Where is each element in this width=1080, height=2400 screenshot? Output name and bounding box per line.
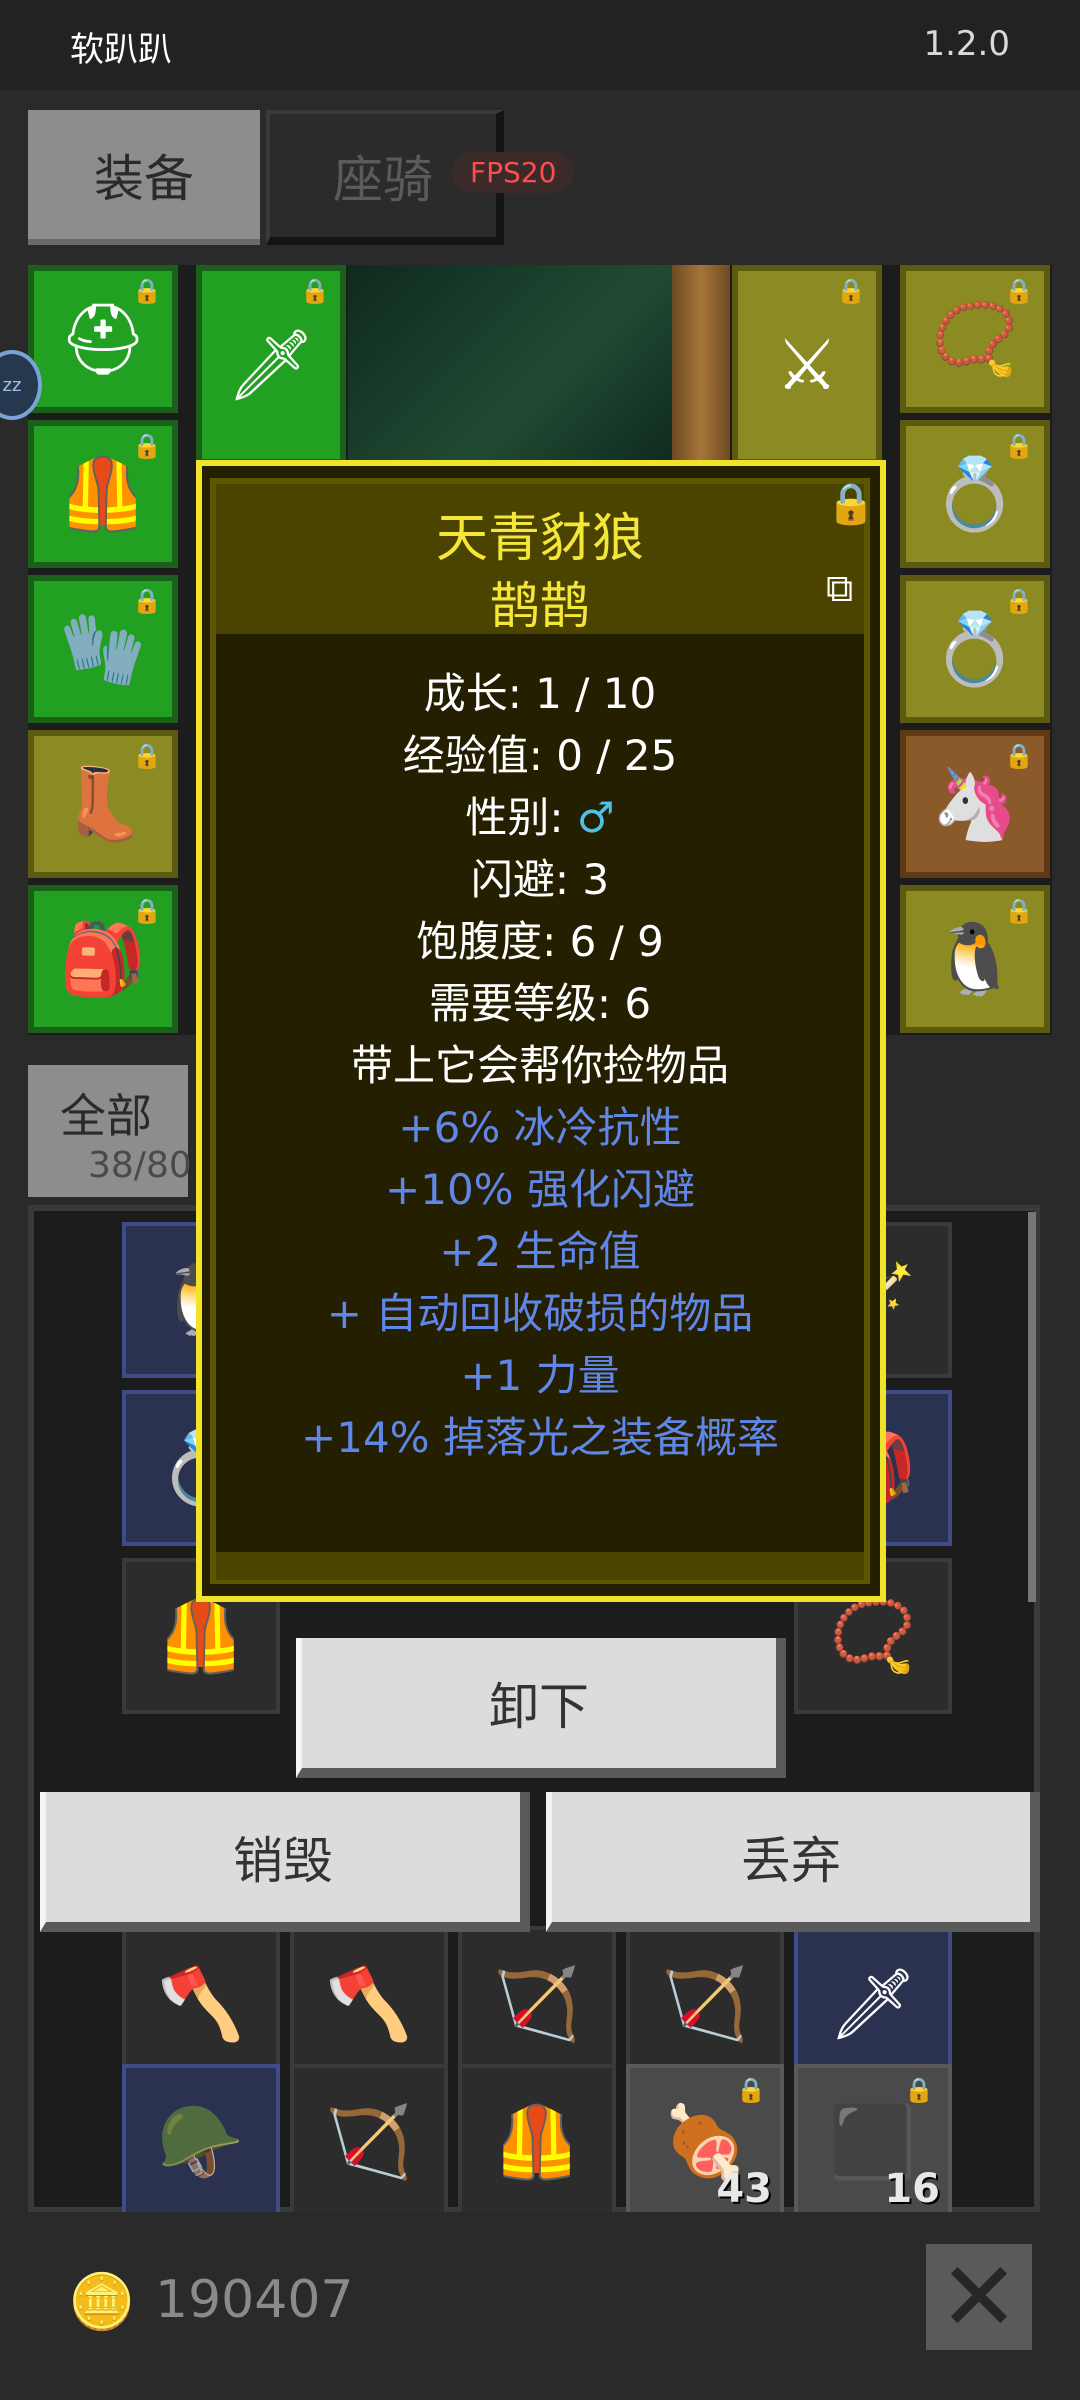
pet-species: 鹊鹊 [490,577,590,635]
axe-icon: 🪓 [325,1962,413,2045]
bonus-line: + 自动回收破损的物品 [326,1289,754,1338]
inventory-cell[interactable]: 🏹 [290,2064,448,2220]
bonus-line: +10% 强化闪避 [385,1165,695,1214]
tab-equipment[interactable]: 装备 [28,110,260,245]
lock-icon: 🔒 [132,897,162,925]
axe-icon: 🪓 [157,1962,245,2045]
gender-label: 性别: [465,793,564,842]
ring-icon: 💍 [931,452,1019,535]
lock-icon: 🔒 [836,277,866,305]
amulet-icon: 📿 [829,1594,917,1677]
equip-slot-pet[interactable]: 🔒 🐧 [900,885,1050,1033]
equip-slot-belt[interactable]: 🔒 🎒 [28,885,178,1033]
sword-icon: 🗡 [828,1962,918,2045]
discard-button[interactable]: 丢弃 [546,1792,1040,1932]
equip-slot-armor[interactable]: 🔒 🦺 [28,420,178,568]
inventory-cell[interactable]: 🗡 [794,1926,952,2082]
male-icon: ♂ [576,793,615,842]
inventory-cell[interactable]: 🏹 [458,1926,616,2082]
coin-icon: 🪙 [68,2270,136,2333]
equip-slot-ring-1[interactable]: 🔒 💍 [900,420,1050,568]
ring-icon: 💍 [931,607,1019,690]
lock-icon: 🔒 [1004,587,1034,615]
gold-amount: 190407 [155,2270,354,2330]
stat-gender: 性别: ♂ [216,784,864,845]
inventory-scrollbar[interactable] [1028,1212,1036,1602]
pet-name: 天青豺狼 [435,509,644,569]
weapon-icon: 🗡 [226,323,316,406]
equip-slot-boots[interactable]: 🔒 👢 [28,730,178,878]
inventory-cell[interactable]: 🏹 [626,1926,784,2082]
bonus-line: +6% 冰冷抗性 [398,1103,682,1152]
inventory-cell[interactable]: 🪖 [122,2064,280,2220]
armor-icon: 🦺 [59,452,147,535]
tree-trunk [672,265,730,465]
equip-slot-amulet[interactable]: 🔒 📿 [900,265,1050,413]
equip-slot-helmet[interactable]: 🔒 ⛑ [28,265,178,413]
bow-icon: 🏹 [493,1962,581,2045]
item-quantity: 16 [884,2166,940,2212]
tab-all-count: 38/80 [88,1145,192,1186]
lock-icon: 🔒 [132,277,162,305]
lock-icon: 🔒 [1004,432,1034,460]
helmet-icon: 🪖 [157,2100,245,2183]
app-name: 软趴趴 [70,30,172,70]
helmet-icon: ⛑ [58,297,148,380]
unicorn-icon: 🦄 [931,762,1019,845]
unequip-button[interactable]: 卸下 [296,1638,786,1778]
crossbow-icon: 🏹 [325,2100,413,2183]
stat-dodge: 闪避: 3 [470,855,610,904]
destroy-button[interactable]: 销毁 [40,1792,530,1932]
boots-icon: 👢 [59,762,147,845]
close-button[interactable]: ✕ [926,2241,1032,2353]
crossbow-icon: 🏹 [661,1962,749,2045]
lock-icon: 🔒 [300,277,330,305]
lock-icon: 🔒 [132,742,162,770]
lock-icon: 🔒 [736,2076,766,2104]
stat-required-level: 需要等级: 6 [428,979,652,1028]
inventory-cell[interactable]: 🔒 🍖 43 [626,2064,784,2220]
item-quantity: 43 [716,2166,772,2212]
bonus-line: +14% 掉落光之装备概率 [301,1413,779,1462]
inventory-cell[interactable]: 🦺 [458,2064,616,2220]
equip-slot-mount[interactable]: 🔒 🦄 [900,730,1050,878]
lock-icon: 🔒 [1004,277,1034,305]
lock-icon: 🔒 [904,2076,934,2104]
character-scene [348,265,673,465]
inventory-cell[interactable]: 🪓 [290,1926,448,2082]
stat-exp: 经验值: 0 / 25 [402,731,678,780]
belt-icon: 🎒 [59,917,147,1000]
equip-slot-ring-2[interactable]: 🔒 💍 [900,575,1050,723]
bonus-line: +1 力量 [460,1351,620,1400]
equip-slot-weapon[interactable]: 🔒 🗡 [196,265,346,465]
pet-description: 带上它会帮你捡物品 [350,1041,729,1090]
bonus-line: +2 生命值 [439,1227,641,1276]
version-label: 1.2.0 [923,24,1010,64]
armor-icon: 🦺 [493,2100,581,2183]
equip-slot-gloves[interactable]: 🔒 🧤 [28,575,178,723]
tab-all-label: 全部 [60,1089,152,1143]
popup-footer [216,1552,864,1580]
fps-badge: FPS20 [452,152,575,193]
inventory-cell[interactable]: 🔒 ⬛ 16 [794,2064,952,2220]
lock-icon[interactable]: 🔒 [826,480,876,527]
stat-satiety: 饱腹度: 6 / 9 [416,917,664,966]
close-icon: ✕ [938,2241,1020,2353]
inventory-cell[interactable]: 🪓 [122,1926,280,2082]
glove-icon: 🧤 [59,607,147,690]
share-icon[interactable]: ⧉ [826,566,853,611]
lock-icon: 🔒 [1004,742,1034,770]
amulet-icon: 📿 [931,297,1019,380]
sword-icon: ⚔ [775,324,839,406]
penguin-icon: 🐧 [931,917,1019,1000]
stat-growth: 成长: 1 / 10 [423,669,657,718]
lock-icon: 🔒 [1004,897,1034,925]
armor-icon: 🦺 [157,1594,245,1677]
lock-icon: 🔒 [132,587,162,615]
equip-slot-offhand[interactable]: 🔒 ⚔ [732,265,882,465]
lock-icon: 🔒 [132,432,162,460]
